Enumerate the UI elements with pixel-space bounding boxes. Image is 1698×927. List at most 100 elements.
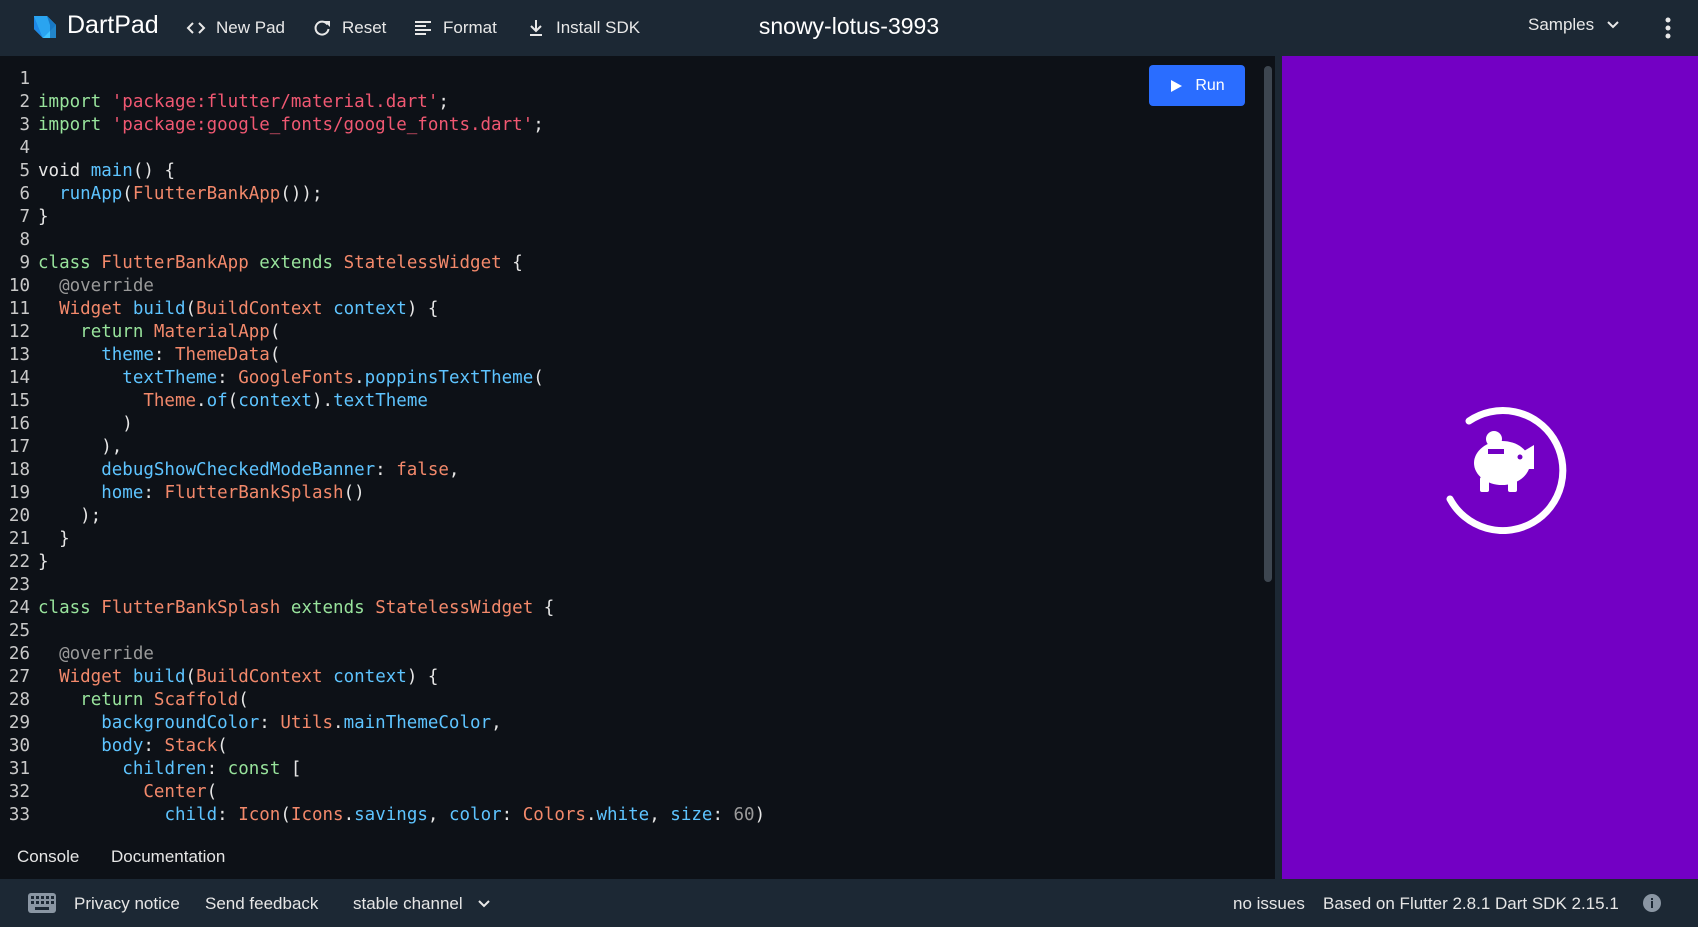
channel-label: stable channel (353, 894, 463, 913)
new-pad-button[interactable]: New Pad (186, 14, 285, 42)
code-line[interactable]: 20 ); (0, 505, 765, 528)
code-line[interactable]: 25 (0, 620, 765, 643)
line-content[interactable]: import 'package:flutter/material.dart'; (38, 91, 449, 114)
code-line[interactable]: 1 (0, 68, 765, 91)
line-content[interactable]: Widget build(BuildContext context) { (38, 666, 438, 689)
code-line[interactable]: 7} (0, 206, 765, 229)
code-line[interactable]: 28 return Scaffold( (0, 689, 765, 712)
code-token: ()); (280, 184, 323, 204)
line-content[interactable]: } (38, 551, 49, 574)
code-token: Utils (280, 713, 334, 733)
editor-scrollbar[interactable] (1264, 66, 1272, 582)
line-content[interactable]: void main() { (38, 160, 175, 183)
privacy-notice-link[interactable]: Privacy notice (74, 894, 180, 914)
code-line[interactable]: 15 Theme.of(context).textTheme (0, 390, 765, 413)
line-content[interactable]: theme: ThemeData( (38, 344, 280, 367)
code-line[interactable]: 16 ) (0, 413, 765, 436)
code-token: child (164, 805, 218, 825)
tab-console[interactable]: Console (17, 847, 79, 867)
line-content[interactable]: class FlutterBankSplash extends Stateles… (38, 597, 554, 620)
run-button[interactable]: Run (1149, 65, 1245, 106)
line-content[interactable]: Theme.of(context).textTheme (38, 390, 428, 413)
more-menu-icon[interactable] (1656, 14, 1680, 42)
code-lines[interactable]: 1 2 import 'package:flutter/material.dart'… (0, 68, 765, 827)
new-pad-label: New Pad (216, 18, 285, 37)
code-token: : (501, 805, 523, 825)
code-line[interactable]: 26 @override (0, 643, 765, 666)
code-line[interactable]: 19 home: FlutterBankSplash() (0, 482, 765, 505)
send-feedback-link[interactable]: Send feedback (205, 894, 318, 914)
line-content[interactable]: @override (38, 275, 154, 298)
line-content[interactable]: home: FlutterBankSplash() (38, 482, 364, 505)
issues-status[interactable]: no issues (1233, 894, 1305, 914)
line-content[interactable]: ); (38, 505, 101, 528)
code-token: Icons (290, 805, 344, 825)
line-content[interactable]: return MaterialApp( (38, 321, 280, 344)
code-line[interactable]: 2 import 'package:flutter/material.dart'; (0, 91, 765, 114)
code-line[interactable]: 17 ), (0, 436, 765, 459)
code-line[interactable]: 31 children: const [ (0, 758, 765, 781)
line-content[interactable]: @override (38, 643, 154, 666)
line-number: 32 (8, 782, 30, 802)
code-token: 60 (733, 805, 755, 825)
line-content[interactable]: body: Stack( (38, 735, 227, 758)
code-token: class (38, 253, 91, 273)
line-content[interactable]: return Scaffold( (38, 689, 249, 712)
line-content[interactable]: class FlutterBankApp extends StatelessWi… (38, 252, 523, 275)
code-line[interactable]: 12 return MaterialApp( (0, 321, 765, 344)
code-line[interactable]: 29 backgroundColor: Utils.mainThemeColor… (0, 712, 765, 735)
line-content[interactable]: textTheme: GoogleFonts.poppinsTextTheme( (38, 367, 543, 390)
code-line[interactable]: 24 class FlutterBankSplash extends Statel… (0, 597, 765, 620)
pad-name[interactable]: snowy-lotus-3993 (759, 13, 939, 39)
status-footer: Privacy notice Send feedback stable chan… (0, 879, 1698, 927)
code-line[interactable]: 8 (0, 229, 765, 252)
code-line[interactable]: 30 body: Stack( (0, 735, 765, 758)
code-line[interactable]: 6 runApp(FlutterBankApp()); (0, 183, 765, 206)
line-number: 19 (8, 483, 30, 503)
code-line[interactable]: 11 Widget build(BuildContext context) { (0, 298, 765, 321)
line-content[interactable]: ), (38, 436, 122, 459)
code-token: , (448, 460, 460, 480)
code-line[interactable]: 33 child: Icon(Icons.savings, color: Col… (0, 804, 765, 827)
code-line[interactable]: 9 class FlutterBankApp extends StatelessW… (0, 252, 765, 275)
line-content[interactable]: debugShowCheckedModeBanner: false, (38, 459, 459, 482)
code-line[interactable]: 21 } (0, 528, 765, 551)
code-line[interactable]: 27 Widget build(BuildContext context) { (0, 666, 765, 689)
code-line[interactable]: 23 (0, 574, 765, 597)
code-token: false (396, 460, 449, 480)
code-line[interactable]: 4 (0, 137, 765, 160)
dart-logo-icon[interactable] (28, 12, 58, 42)
line-content[interactable]: children: const [ (38, 758, 301, 781)
brand-title[interactable]: DartPad (67, 11, 159, 40)
code-token: : (712, 805, 734, 825)
code-line[interactable]: 10 @override (0, 275, 765, 298)
line-content[interactable]: backgroundColor: Utils.mainThemeColor, (38, 712, 501, 735)
reset-button[interactable]: Reset (312, 14, 386, 42)
line-content[interactable]: Center( (38, 781, 217, 804)
tab-documentation[interactable]: Documentation (111, 847, 225, 867)
code-line[interactable]: 3 import 'package:google_fonts/google_fon… (0, 114, 765, 137)
line-content[interactable]: } (38, 206, 49, 229)
format-button[interactable]: Format (413, 14, 497, 42)
info-icon[interactable] (1642, 893, 1662, 913)
code-token: home (101, 483, 144, 503)
samples-dropdown[interactable]: Samples (1528, 15, 1620, 35)
code-line[interactable]: 18 debugShowCheckedModeBanner: false, (0, 459, 765, 482)
channel-dropdown[interactable]: stable channel (353, 894, 491, 914)
panel-divider[interactable] (1275, 56, 1282, 879)
code-line[interactable]: 5 void main() { (0, 160, 765, 183)
line-content[interactable]: child: Icon(Icons.savings, color: Colors… (38, 804, 765, 827)
install-sdk-button[interactable]: Install SDK (526, 14, 640, 42)
code-line[interactable]: 13 theme: ThemeData( (0, 344, 765, 367)
code-line[interactable]: 22} (0, 551, 765, 574)
code-editor[interactable]: 1 2 import 'package:flutter/material.dart'… (0, 56, 1275, 829)
line-content[interactable]: ) (38, 413, 133, 436)
code-line[interactable]: 14 textTheme: GoogleFonts.poppinsTextThe… (0, 367, 765, 390)
line-content[interactable]: import 'package:google_fonts/google_font… (38, 114, 544, 137)
code-line[interactable]: 32 Center( (0, 781, 765, 804)
line-content[interactable]: } (38, 528, 70, 551)
line-content[interactable]: Widget build(BuildContext context) { (38, 298, 438, 321)
keyboard-icon[interactable] (28, 893, 56, 913)
line-content[interactable]: runApp(FlutterBankApp()); (38, 183, 323, 206)
